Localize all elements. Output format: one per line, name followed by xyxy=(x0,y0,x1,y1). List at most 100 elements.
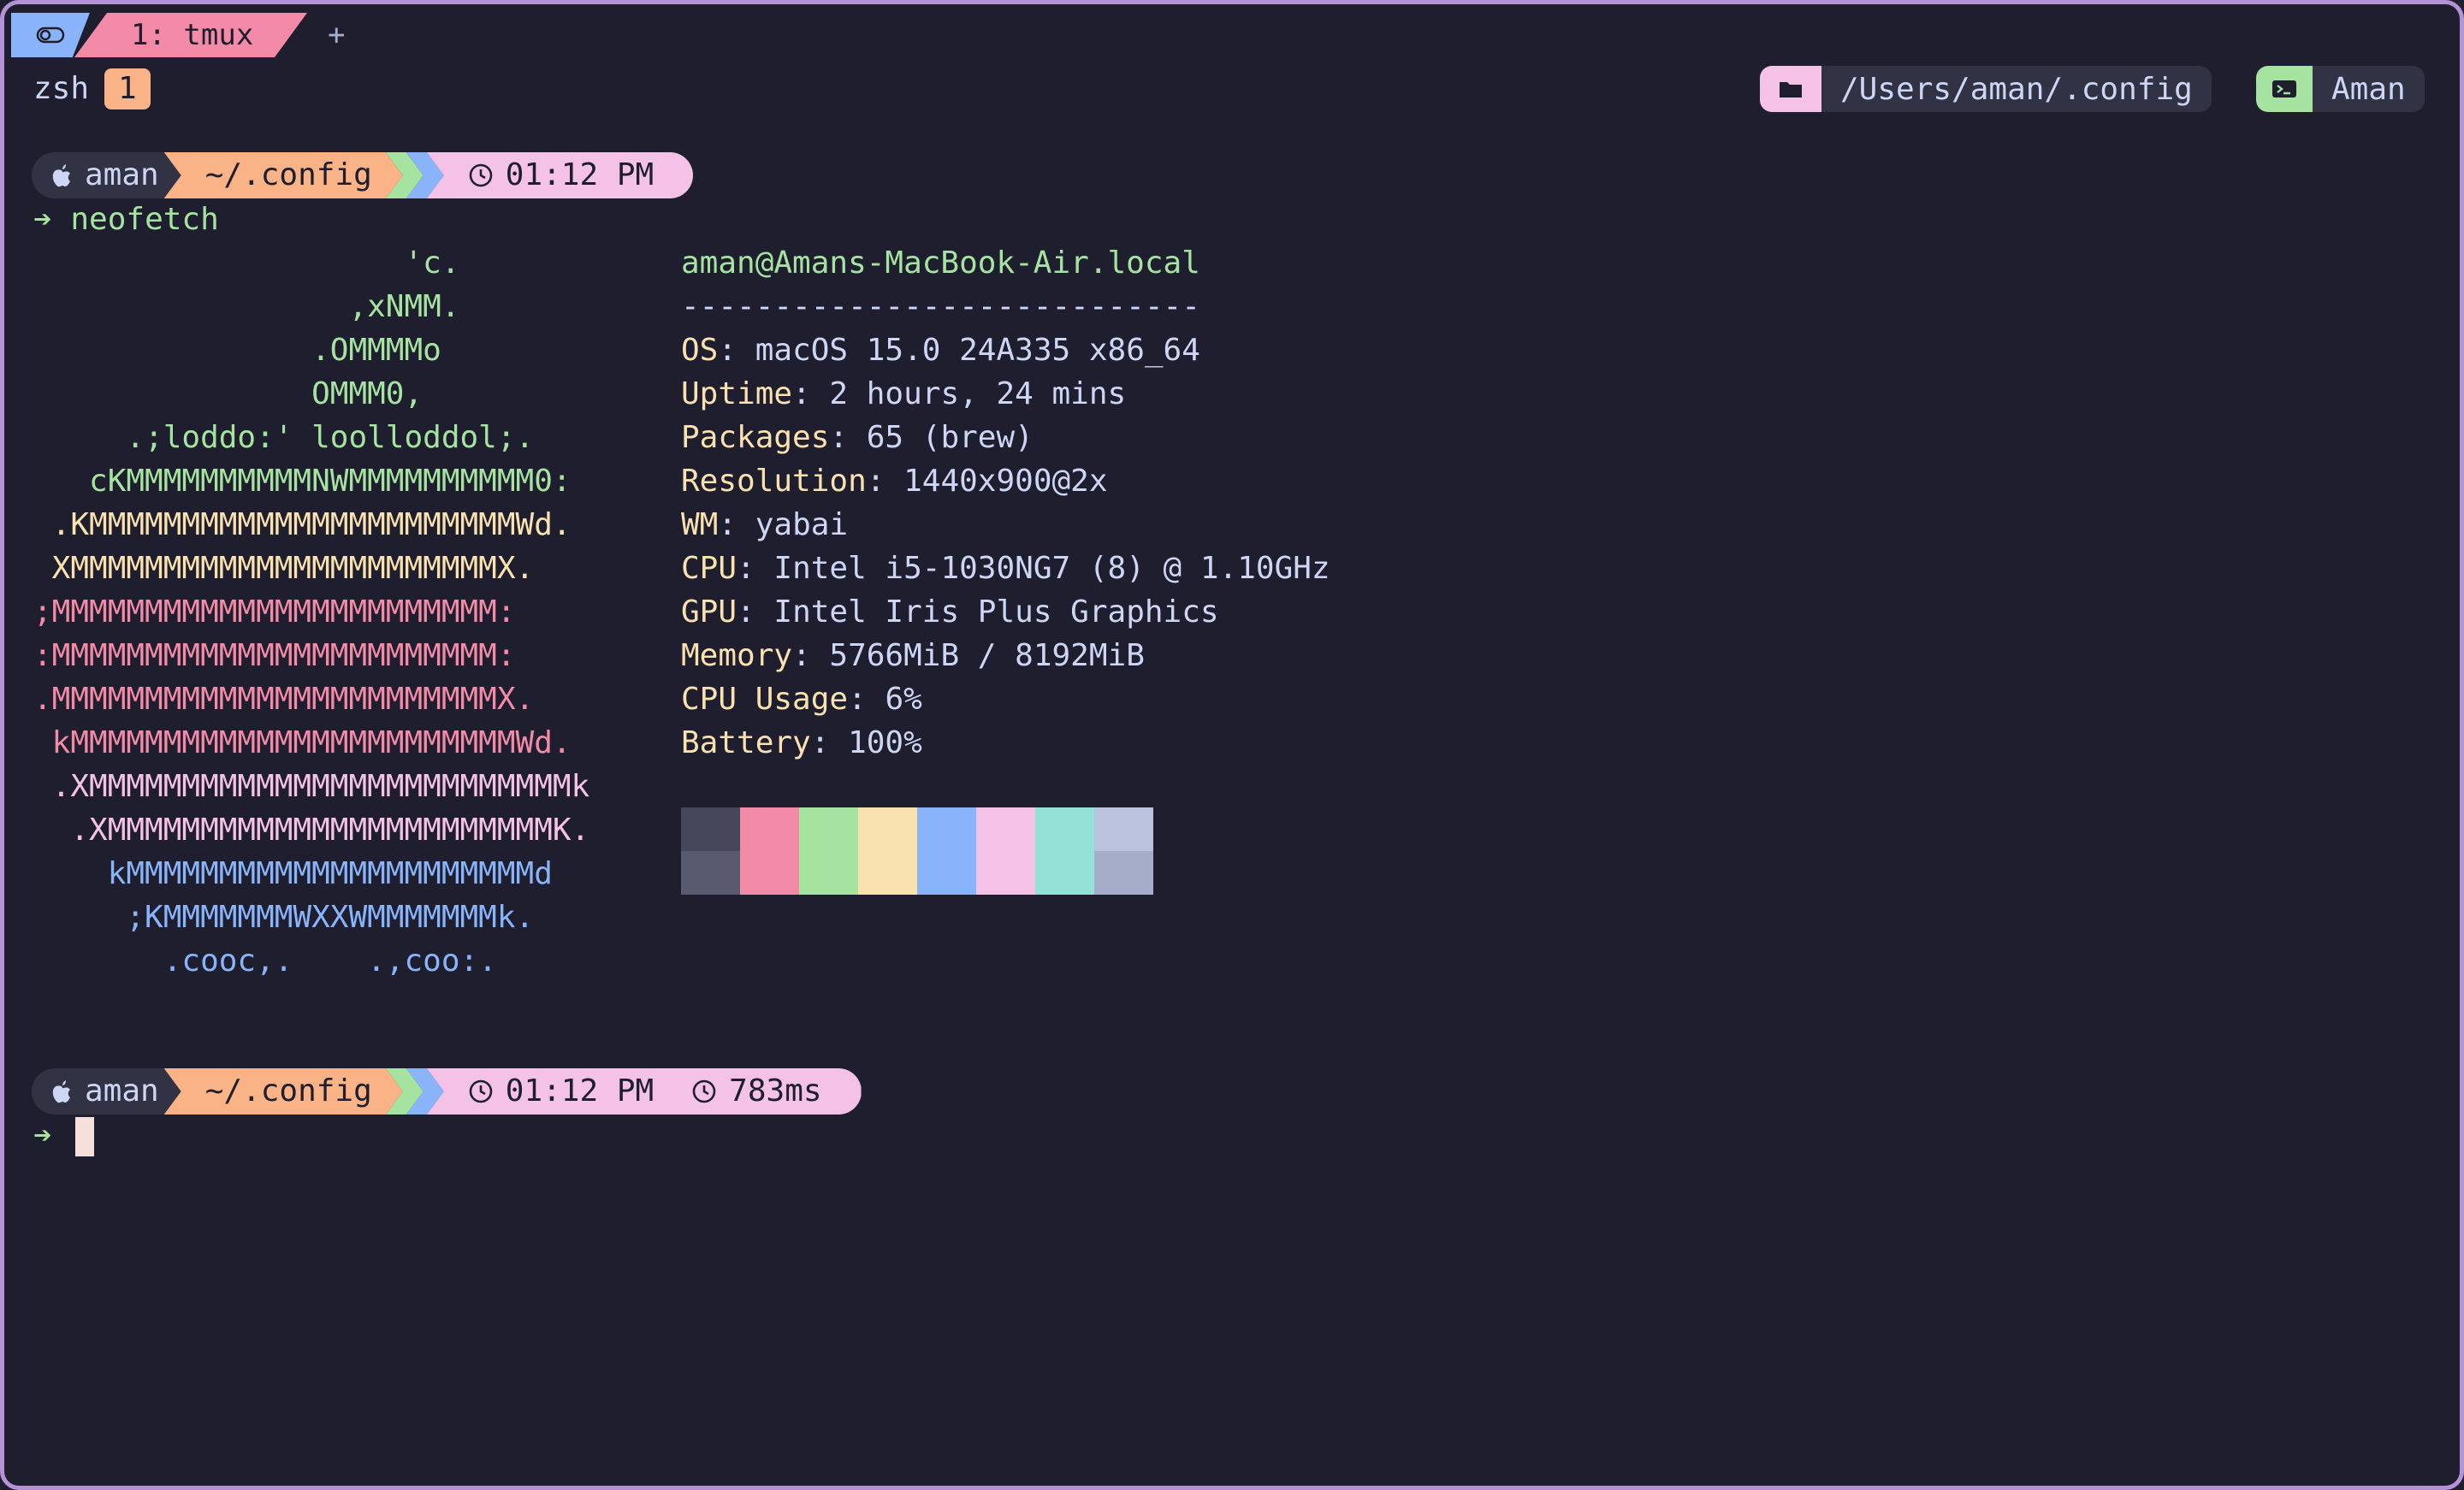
status-path-pill: /Users/aman/.config xyxy=(1760,66,2212,112)
info-value: 100% xyxy=(848,725,922,760)
prompt-arrow-icon: ➔ xyxy=(33,1118,52,1153)
color-swatch xyxy=(1094,851,1153,895)
logo-line: kMMMMMMMMMMMMMMMMMMMMMMMMWd. xyxy=(33,725,572,760)
prompt-user-segment: aman xyxy=(32,1068,181,1115)
info-header: aman@Amans-MacBook-Air.local xyxy=(681,245,1200,281)
info-colon: : xyxy=(848,682,886,717)
text-cursor[interactable] xyxy=(75,1117,95,1156)
folder-icon xyxy=(1760,66,1821,112)
session-name: zsh xyxy=(33,71,90,106)
logo-line: XMMMMMMMMMMMMMMMMMMMMMMMX. xyxy=(33,551,535,586)
palette-top-row xyxy=(681,807,1153,851)
info-row: Battery: 100% xyxy=(681,722,922,765)
toggle-icon-glyph xyxy=(36,27,65,44)
color-swatch xyxy=(1035,851,1094,895)
logo-line: cKMMMMMMMMMMNWMMMMMMMMMM0: xyxy=(33,464,572,499)
info-value: 6% xyxy=(885,682,922,717)
info-row: OS: macOS 15.0 24A335 x86_64 xyxy=(681,329,1200,372)
info-key: Uptime xyxy=(681,376,793,411)
info-value: 2 hours, 24 mins xyxy=(829,376,1127,411)
clock-icon xyxy=(469,163,493,187)
info-value: macOS 15.0 24A335 x86_64 xyxy=(755,333,1200,368)
color-swatch xyxy=(917,807,976,851)
toggle-icon[interactable] xyxy=(11,13,90,57)
logo-line: ;KMMMMMMMWXXWMMMMMMMk. xyxy=(33,900,535,935)
info-key: OS xyxy=(681,333,719,368)
prompt-user-segment: aman xyxy=(32,152,181,198)
logo-line: :MMMMMMMMMMMMMMMMMMMMMMMM: xyxy=(33,638,516,673)
color-swatch xyxy=(681,807,740,851)
info-key: Battery xyxy=(681,725,811,760)
logo-line: ;MMMMMMMMMMMMMMMMMMMMMMMM: xyxy=(33,594,516,630)
status-user-pill: Aman xyxy=(2256,66,2425,112)
info-colon: : xyxy=(829,420,867,455)
timer-icon xyxy=(692,1079,716,1103)
info-colon: : xyxy=(737,594,774,630)
info-key: WM xyxy=(681,507,719,542)
info-row: Resolution: 1440x900@2x xyxy=(681,460,1108,503)
info-row: Packages: 65 (brew) xyxy=(681,417,1034,459)
info-row: CPU: Intel i5-1030NG7 (8) @ 1.10GHz xyxy=(681,547,1330,590)
color-swatch xyxy=(681,851,740,895)
apple-icon xyxy=(52,1080,70,1103)
info-colon: : xyxy=(792,376,830,411)
color-swatch xyxy=(858,851,917,895)
info-colon: : xyxy=(866,464,904,499)
logo-line: .;loddo:' loolloddol;. xyxy=(33,420,535,455)
color-swatch xyxy=(976,807,1035,851)
terminal-icon xyxy=(2256,66,2313,112)
info-colon: : xyxy=(718,507,755,542)
logo-line: ,xNMM. xyxy=(33,289,460,324)
info-key: Packages xyxy=(681,420,830,455)
command-line-2[interactable]: ➔ xyxy=(33,1115,95,1157)
prompt-dir: ~/.config xyxy=(204,1073,372,1109)
prompt-user: aman xyxy=(85,157,159,192)
logo-line: .XMMMMMMMMMMMMMMMMMMMMMMMMK. xyxy=(33,813,590,848)
prompt-duration: 783ms xyxy=(729,1073,822,1109)
tmux-window-tab[interactable]: 1: tmux xyxy=(74,13,307,57)
info-value: 65 (brew) xyxy=(866,420,1034,455)
info-value: yabai xyxy=(755,507,849,542)
logo-line: kMMMMMMMMMMMMMMMMMMMMMMd xyxy=(33,856,553,891)
info-row: Uptime: 2 hours, 24 mins xyxy=(681,373,1126,416)
status-path: /Users/aman/.config xyxy=(1840,71,2193,107)
prompt-time: 01:12 PM xyxy=(505,1073,654,1109)
prompt-dir: ~/.config xyxy=(204,157,372,192)
info-value: Intel i5-1030NG7 (8) @ 1.10GHz xyxy=(773,551,1330,586)
session-indicator: zsh 1 xyxy=(33,67,151,111)
command-line-1: ➔ neofetch xyxy=(33,198,219,241)
prompt-time-segment: 01:12 PM xyxy=(426,152,694,198)
info-key: Memory xyxy=(681,638,793,673)
info-row: CPU Usage: 6% xyxy=(681,678,922,721)
color-swatch xyxy=(1035,807,1094,851)
logo-line: .XMMMMMMMMMMMMMMMMMMMMMMMMMMk xyxy=(33,769,590,804)
info-key: CPU Usage xyxy=(681,682,849,717)
prompt-time-segment: 01:12 PM 783ms xyxy=(426,1068,862,1115)
command-text: neofetch xyxy=(70,202,219,237)
logo-line: .MMMMMMMMMMMMMMMMMMMMMMMMX. xyxy=(33,682,535,717)
logo-line: .OMMMMo xyxy=(33,333,441,368)
info-colon: : xyxy=(737,551,774,586)
prompt-user: aman xyxy=(85,1073,159,1109)
color-swatch xyxy=(740,807,799,851)
info-colon: : xyxy=(792,638,830,673)
status-user: Aman xyxy=(2331,71,2406,107)
info-key: Resolution xyxy=(681,464,867,499)
prompt-arrow-icon: ➔ xyxy=(33,202,52,237)
logo-line: .KMMMMMMMMMMMMMMMMMMMMMMMWd. xyxy=(33,507,572,542)
color-swatch xyxy=(799,807,858,851)
prompt-dir-segment: ~/.config xyxy=(164,152,403,198)
info-colon: : xyxy=(810,725,849,760)
clock-icon xyxy=(469,1079,493,1103)
info-row: Memory: 5766MiB / 8192MiB xyxy=(681,635,1145,677)
info-value: 5766MiB / 8192MiB xyxy=(829,638,1145,673)
color-swatch xyxy=(1094,807,1153,851)
logo-line: OMMM0, xyxy=(33,376,424,411)
palette-bottom-row xyxy=(681,851,1153,895)
color-swatch xyxy=(976,851,1035,895)
info-separator: ---------------------------- xyxy=(681,289,1200,324)
apple-icon xyxy=(52,164,70,187)
logo-line: .cooc,. .,coo:. xyxy=(33,943,497,979)
info-value: 1440x900@2x xyxy=(903,464,1108,499)
new-window-button[interactable]: + xyxy=(328,13,345,57)
